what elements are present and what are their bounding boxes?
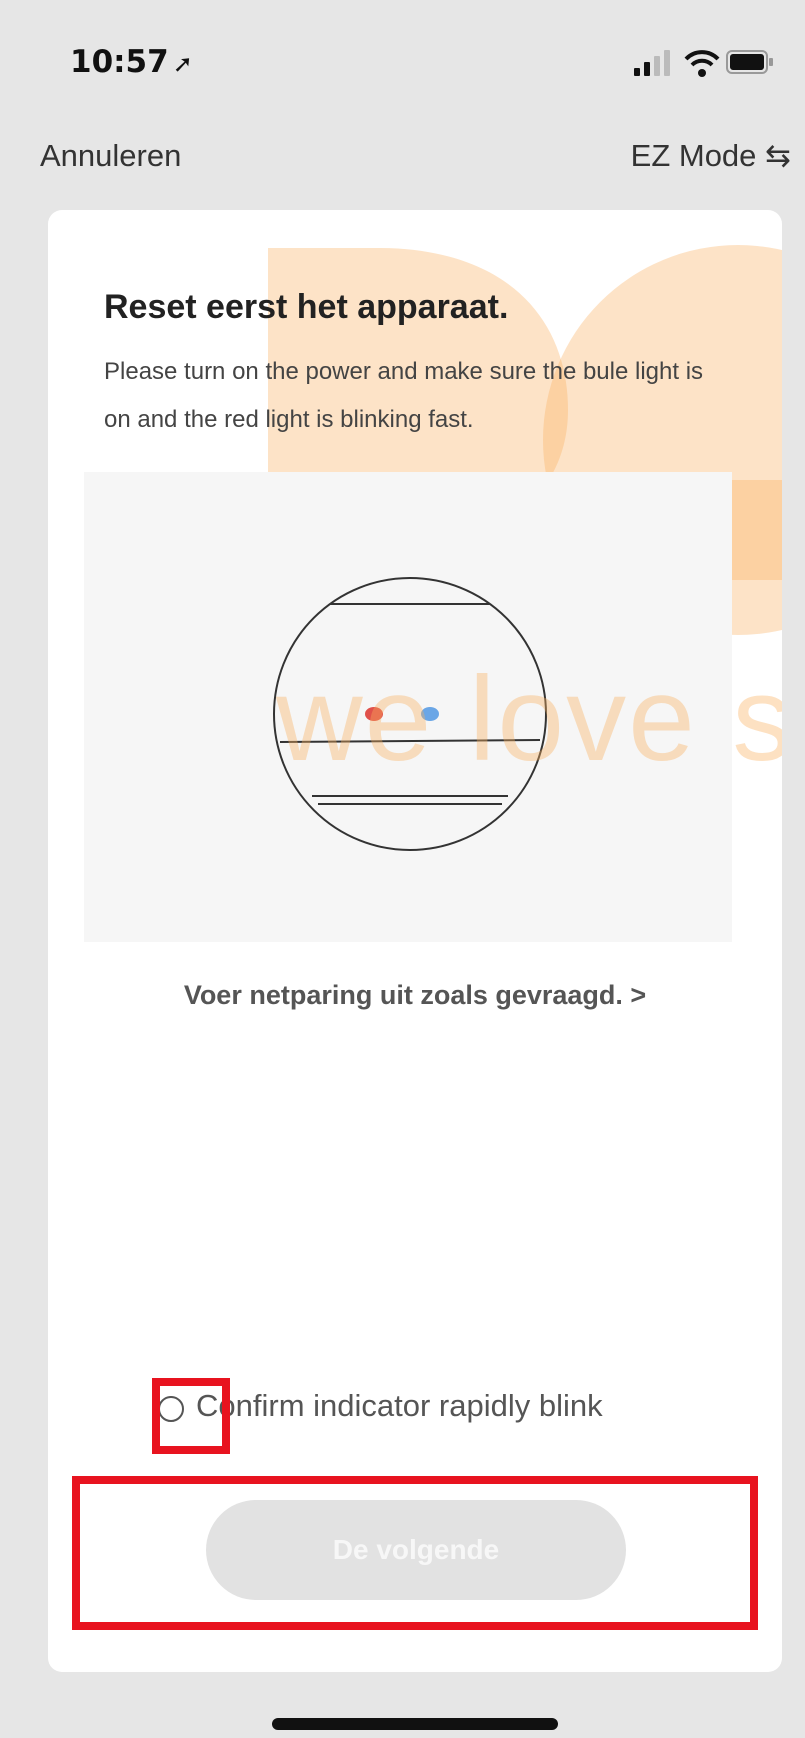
network-pairing-link[interactable]: Voer netparing uit zoals gevraagd. > [48, 980, 782, 1011]
status-time: 10:57 ➚ [70, 44, 193, 80]
ez-mode-toggle[interactable]: EZ Mode ⇆ [631, 138, 791, 174]
highlight-radio-box [152, 1378, 230, 1454]
cancel-button[interactable]: Annuleren [40, 138, 181, 174]
confirm-label[interactable]: Confirm indicator rapidly blink [196, 1388, 603, 1424]
home-indicator[interactable] [272, 1718, 558, 1730]
wifi-icon [684, 50, 720, 77]
highlight-next-button-box [72, 1476, 758, 1630]
red-led-icon [365, 707, 383, 721]
status-bar: 10:57 ➚ [0, 0, 805, 120]
signal-icon [634, 50, 670, 76]
battery-icon [726, 50, 773, 74]
instruction-text: Please turn on the power and make sure t… [104, 358, 704, 433]
location-arrow-icon: ➚ [172, 50, 193, 78]
page-title: Reset eerst het apparaat. [104, 288, 509, 326]
blue-led-icon [421, 707, 439, 721]
device-illustration [273, 577, 547, 851]
